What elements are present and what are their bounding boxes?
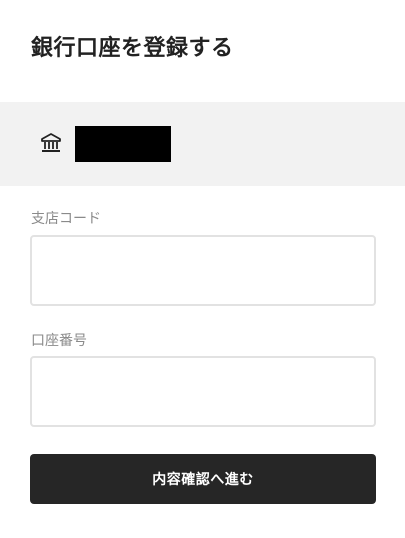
register-bank-account-page: 銀行口座を登録する 支店コード 口座番号 内容確認へ進む: [0, 0, 405, 538]
bank-icon: [41, 133, 61, 152]
page-title: 銀行口座を登録する: [31, 36, 234, 61]
branch-code-label: 支店コード: [31, 211, 101, 227]
branch-code-field[interactable]: [30, 235, 376, 306]
account-number-label: 口座番号: [31, 333, 87, 349]
account-number-field[interactable]: [30, 356, 376, 427]
bank-name-redacted: [75, 126, 171, 162]
confirm-button[interactable]: 内容確認へ進む: [30, 454, 376, 504]
